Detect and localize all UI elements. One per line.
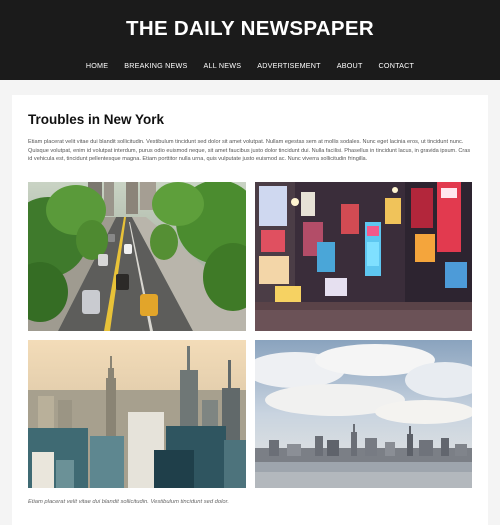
photo-skyline-waterfront [255, 340, 472, 488]
photo-caption: Etiam placerat velit vitae dui blandit s… [28, 499, 229, 505]
main-nav: HOME BREAKING NEWS ALL NEWS ADVERTISEMEN… [0, 61, 500, 70]
site-title[interactable]: THE DAILY NEWSPAPER [0, 17, 500, 41]
article-title: Troubles in New York [28, 112, 165, 127]
photo-street-avenue [28, 182, 246, 331]
site-header: THE DAILY NEWSPAPER HOME BREAKING NEWS A… [0, 0, 500, 80]
nav-all-news[interactable]: ALL NEWS [196, 61, 250, 70]
photo-times-square-night [255, 182, 472, 331]
nav-contact[interactable]: CONTACT [371, 61, 423, 70]
nav-about[interactable]: ABOUT [329, 61, 371, 70]
article-lead-paragraph: Etiam placerat velit vitae dui blandit s… [28, 139, 471, 162]
nav-advertisement[interactable]: ADVERTISEMENT [249, 61, 329, 70]
photo-skyline-empire-state [28, 340, 246, 488]
nav-home[interactable]: HOME [78, 61, 116, 70]
nav-breaking-news[interactable]: BREAKING NEWS [116, 61, 195, 70]
article-card: Troubles in New York Etiam placerat veli… [12, 95, 488, 525]
